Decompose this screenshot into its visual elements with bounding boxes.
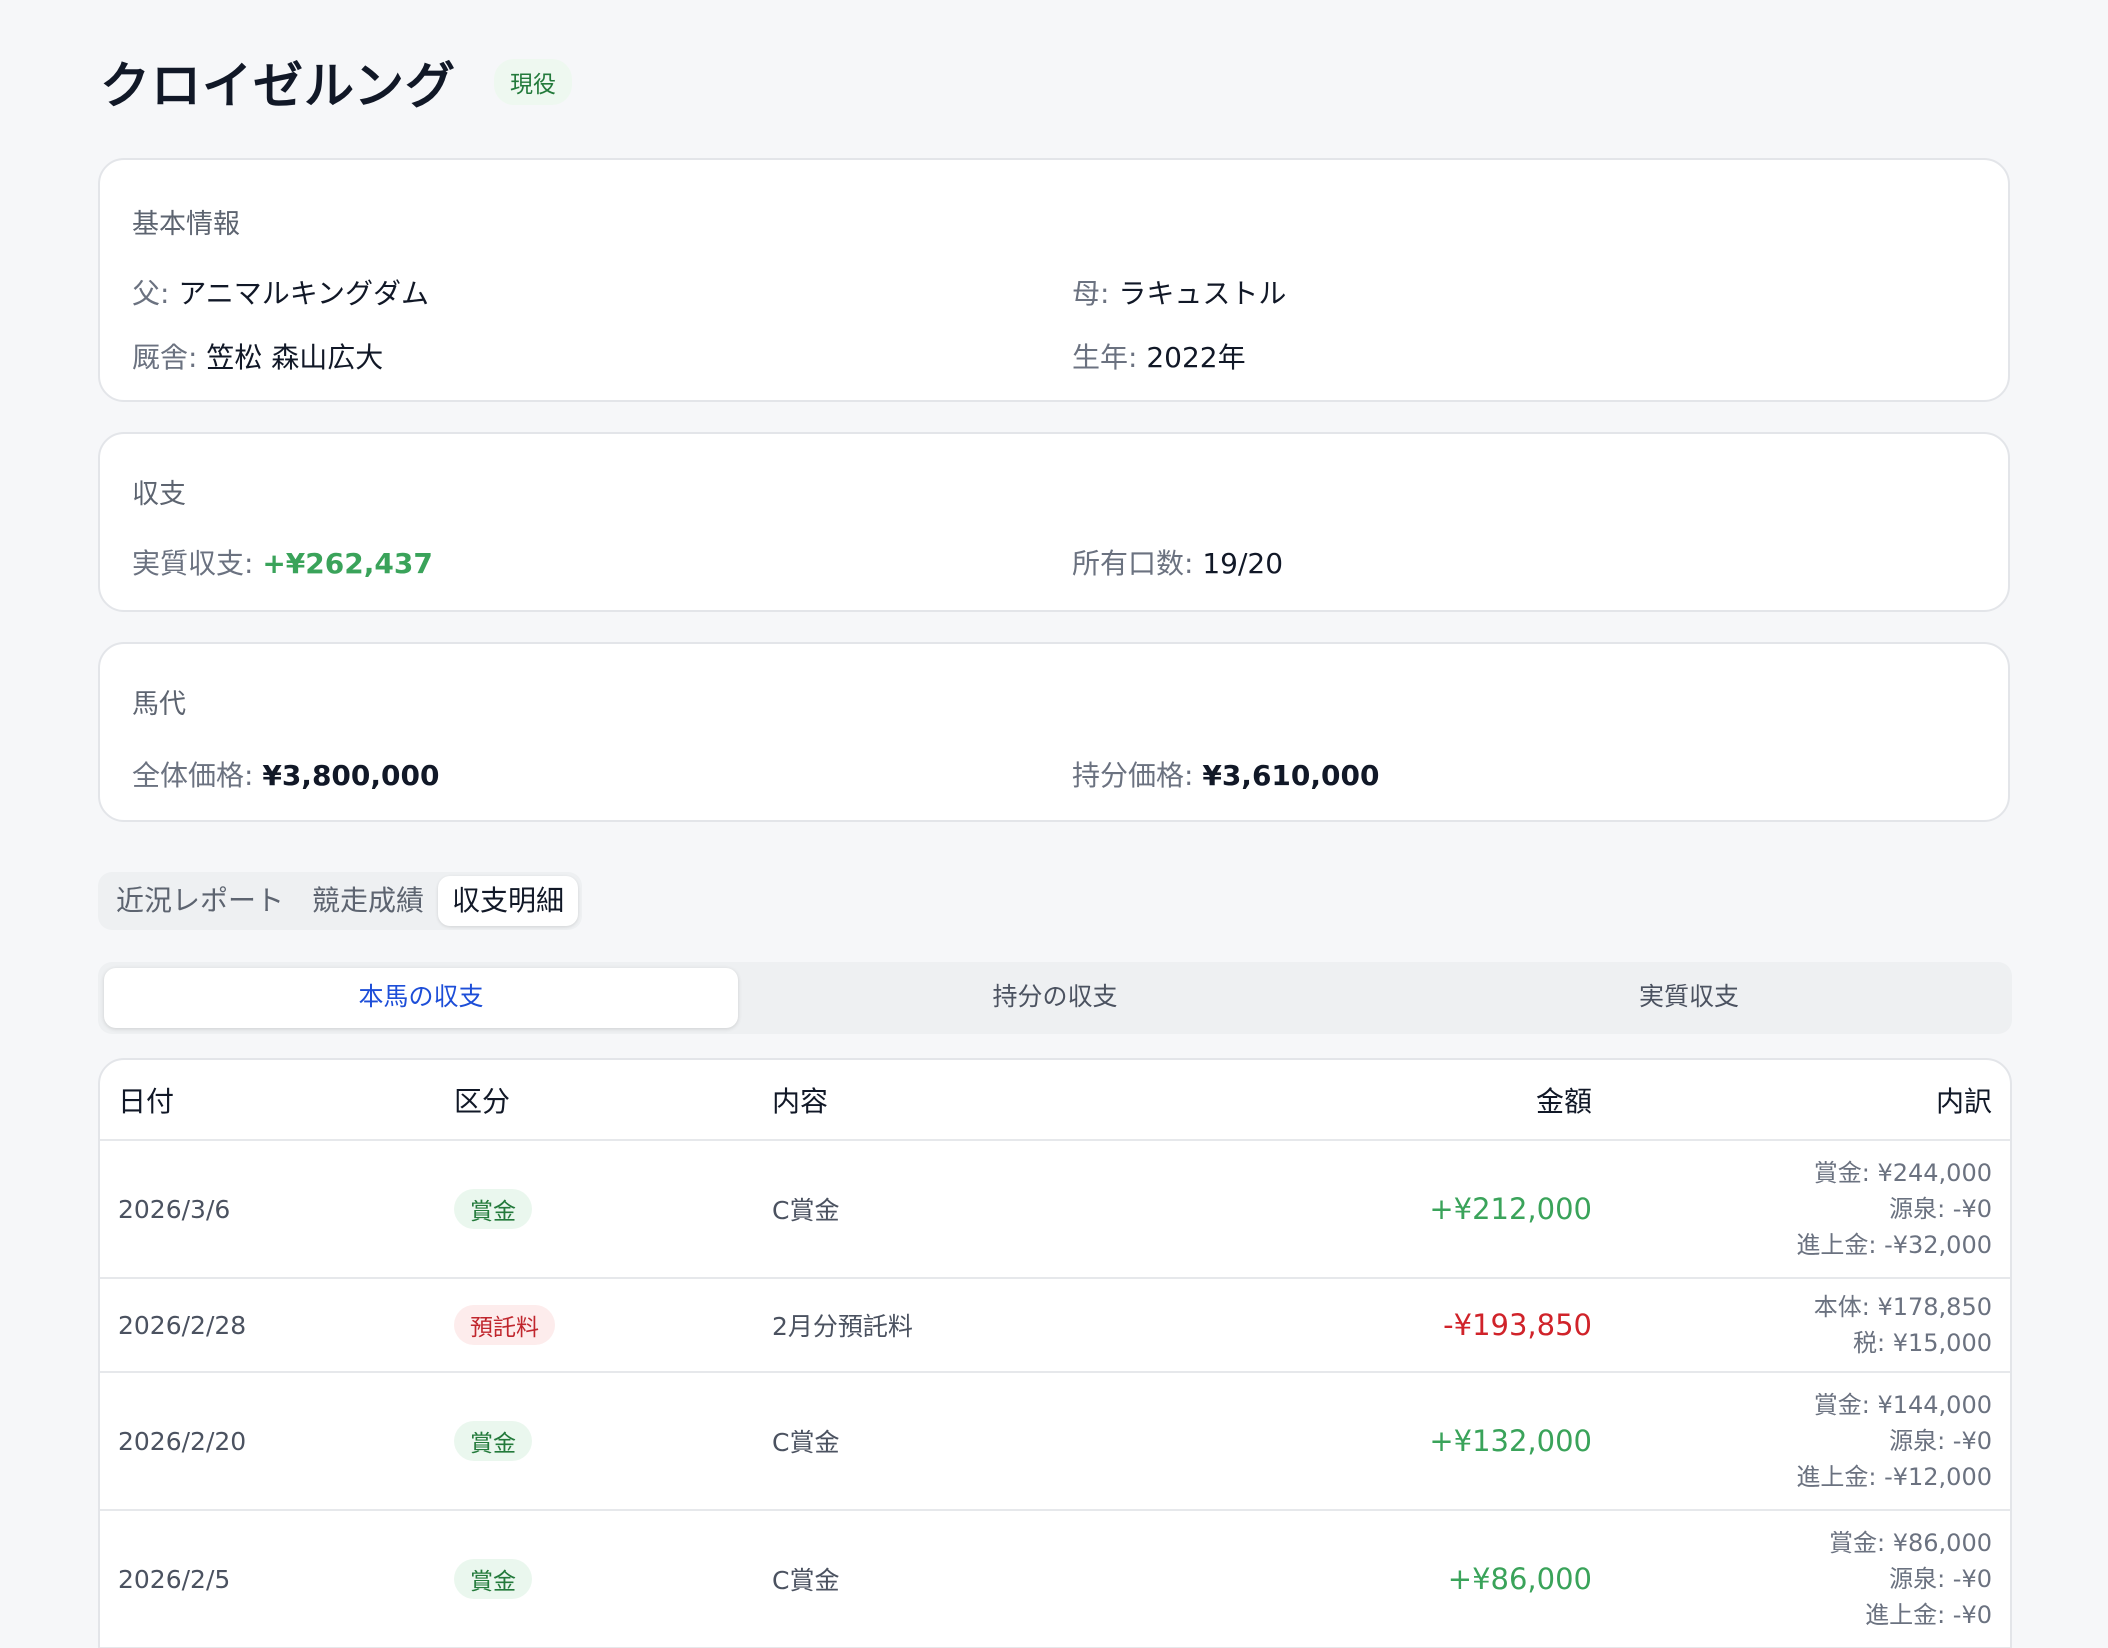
cell-date: 2026/2/5 <box>100 1510 436 1648</box>
category-tag: 預託料 <box>454 1305 555 1345</box>
tab-income-details[interactable]: 収支明細 <box>438 876 579 926</box>
price-title: 馬代 <box>132 689 186 720</box>
net-income-label: 実質収支: <box>132 547 263 580</box>
total-price-field: 全体価格: ¥3,800,000 <box>132 754 1072 794</box>
breakdown-line: 賞金: ¥86,000 <box>1829 1529 1992 1557</box>
basic-info-card: 基本情報 父: アニマルキングダム 母: ラキュストル 厩舎: 笠松 森山広大 … <box>98 158 2010 402</box>
share-price-field: 持分価格: ¥3,610,000 <box>1072 754 1976 794</box>
sire-label: 父: <box>132 277 179 310</box>
breakdown-line: 進上金: -¥12,000 <box>1796 1463 1992 1491</box>
birth-year-value: 2022年 <box>1146 341 1246 374</box>
net-income-value: +¥262,437 <box>262 547 433 580</box>
amount-value: -¥193,850 <box>1443 1308 1592 1342</box>
breakdown-line: 賞金: ¥144,000 <box>1813 1391 1992 1419</box>
stable-value: 笠松 森山広大 <box>206 341 384 374</box>
cell-date: 2026/2/28 <box>100 1278 436 1373</box>
cell-content: 2月分預託料 <box>754 1278 1154 1373</box>
cell-category: 賞金 <box>436 1510 754 1648</box>
sire-value: アニマルキングダム <box>178 277 429 310</box>
amount-value: +¥212,000 <box>1429 1192 1592 1226</box>
cell-category: 賞金 <box>436 1372 754 1511</box>
shares-label: 所有口数: <box>1072 547 1203 580</box>
segment-share-income[interactable]: 持分の収支 <box>738 968 1372 1028</box>
category-tag: 賞金 <box>454 1559 532 1599</box>
table-body: 2026/3/6 賞金 C賞金 +¥212,000 賞金: ¥244,000 源泉: -¥… <box>100 1140 2010 1648</box>
cell-category: 賞金 <box>436 1140 754 1279</box>
column-header-amount: 金額 <box>1154 1060 1610 1141</box>
income-view-selector: 本馬の収支 持分の収支 実質収支 <box>98 962 2012 1034</box>
breakdown-line: 税: ¥15,000 <box>1853 1329 1992 1357</box>
price-row: 全体価格: ¥3,800,000 持分価格: ¥3,610,000 <box>132 754 1976 794</box>
tab-recent-report[interactable]: 近況レポート <box>102 876 298 926</box>
income-card: 収支 実質収支: +¥262,437 所有口数: 19/20 <box>98 432 2010 612</box>
amount-value: +¥86,000 <box>1447 1562 1592 1596</box>
segment-net-income[interactable]: 実質収支 <box>1372 968 2006 1028</box>
cell-breakdown: 本体: ¥178,850 税: ¥15,000 <box>1610 1278 2010 1373</box>
table-row: 2026/2/5 賞金 C賞金 +¥86,000 賞金: ¥86,000 源泉: -¥0 進… <box>100 1510 2010 1648</box>
amount-value: +¥132,000 <box>1429 1424 1592 1458</box>
cell-date: 2026/3/6 <box>100 1140 436 1279</box>
price-card: 馬代 全体価格: ¥3,800,000 持分価格: ¥3,610,000 <box>98 642 2010 822</box>
cell-content: C賞金 <box>754 1140 1154 1279</box>
breakdown-line: 進上金: -¥32,000 <box>1796 1231 1992 1259</box>
detail-tabs: 近況レポート 競走成績 収支明細 <box>98 872 583 930</box>
table-row: 2026/3/6 賞金 C賞金 +¥212,000 賞金: ¥244,000 源泉: -¥… <box>100 1140 2010 1279</box>
status-badge: 現役 <box>494 59 572 105</box>
birth-year-label: 生年: <box>1072 341 1147 374</box>
breakdown-line: 源泉: -¥0 <box>1889 1427 1992 1455</box>
basic-info-row-2: 厩舎: 笠松 森山広大 生年: 2022年 <box>132 336 1976 376</box>
sire-field: 父: アニマルキングダム <box>132 272 1072 312</box>
cell-amount: +¥132,000 <box>1154 1372 1610 1511</box>
stable-label: 厩舎: <box>132 341 207 374</box>
basic-info-row-1: 父: アニマルキングダム 母: ラキュストル <box>132 272 1976 312</box>
column-header-date: 日付 <box>100 1060 436 1141</box>
table-header-row: 日付 区分 内容 金額 内訳 <box>100 1060 2010 1141</box>
table-row: 2026/2/28 預託料 2月分預託料 -¥193,850 本体: ¥178,850 税… <box>100 1278 2010 1373</box>
breakdown-line: 賞金: ¥244,000 <box>1813 1159 1992 1187</box>
column-header-category: 区分 <box>436 1060 754 1141</box>
income-title: 収支 <box>132 479 186 510</box>
income-table: 日付 区分 内容 金額 内訳 2026/3/6 賞金 C賞金 +¥212,000 賞金:… <box>100 1060 2010 1648</box>
cell-breakdown: 賞金: ¥86,000 源泉: -¥0 進上金: -¥0 <box>1610 1510 2010 1648</box>
dam-field: 母: ラキュストル <box>1072 272 1976 312</box>
category-tag: 賞金 <box>454 1189 532 1229</box>
net-income-field: 実質収支: +¥262,437 <box>132 542 1072 582</box>
income-row: 実質収支: +¥262,437 所有口数: 19/20 <box>132 542 1976 582</box>
cell-amount: +¥212,000 <box>1154 1140 1610 1279</box>
cell-amount: +¥86,000 <box>1154 1510 1610 1648</box>
tab-race-results[interactable]: 競走成績 <box>298 876 438 926</box>
income-table-card: 日付 区分 内容 金額 内訳 2026/3/6 賞金 C賞金 +¥212,000 賞金:… <box>98 1058 2012 1648</box>
breakdown-line: 進上金: -¥0 <box>1865 1601 1992 1629</box>
dam-value: ラキュストル <box>1118 277 1287 310</box>
dam-label: 母: <box>1072 277 1119 310</box>
cell-content: C賞金 <box>754 1372 1154 1511</box>
share-price-label: 持分価格: <box>1072 759 1203 792</box>
column-header-breakdown: 内訳 <box>1610 1060 2010 1141</box>
category-tag: 賞金 <box>454 1421 532 1461</box>
cell-breakdown: 賞金: ¥244,000 源泉: -¥0 進上金: -¥32,000 <box>1610 1140 2010 1279</box>
cell-category: 預託料 <box>436 1278 754 1373</box>
total-price-value: ¥3,800,000 <box>262 759 440 792</box>
share-price-value: ¥3,610,000 <box>1202 759 1380 792</box>
basic-info-title: 基本情報 <box>132 209 240 240</box>
birth-year-field: 生年: 2022年 <box>1072 336 1976 376</box>
breakdown-line: 本体: ¥178,850 <box>1813 1293 1992 1321</box>
page-title: クロイゼルング <box>100 57 456 115</box>
shares-field: 所有口数: 19/20 <box>1072 542 1976 582</box>
cell-content: C賞金 <box>754 1510 1154 1648</box>
shares-value: 19/20 <box>1202 547 1284 580</box>
horse-detail-page: クロイゼルング 現役 基本情報 父: アニマルキングダム 母: ラキュストル 厩… <box>0 0 2108 1648</box>
segment-horse-income[interactable]: 本馬の収支 <box>104 968 738 1028</box>
stable-field: 厩舎: 笠松 森山広大 <box>132 336 1072 376</box>
cell-breakdown: 賞金: ¥144,000 源泉: -¥0 進上金: -¥12,000 <box>1610 1372 2010 1511</box>
total-price-label: 全体価格: <box>132 759 263 792</box>
breakdown-line: 源泉: -¥0 <box>1889 1195 1992 1223</box>
cell-amount: -¥193,850 <box>1154 1278 1610 1373</box>
breakdown-line: 源泉: -¥0 <box>1889 1565 1992 1593</box>
column-header-content: 内容 <box>754 1060 1154 1141</box>
page-header: クロイゼルング 現役 <box>98 0 2010 164</box>
cell-date: 2026/2/20 <box>100 1372 436 1511</box>
table-row: 2026/2/20 賞金 C賞金 +¥132,000 賞金: ¥144,000 源泉: -… <box>100 1372 2010 1511</box>
